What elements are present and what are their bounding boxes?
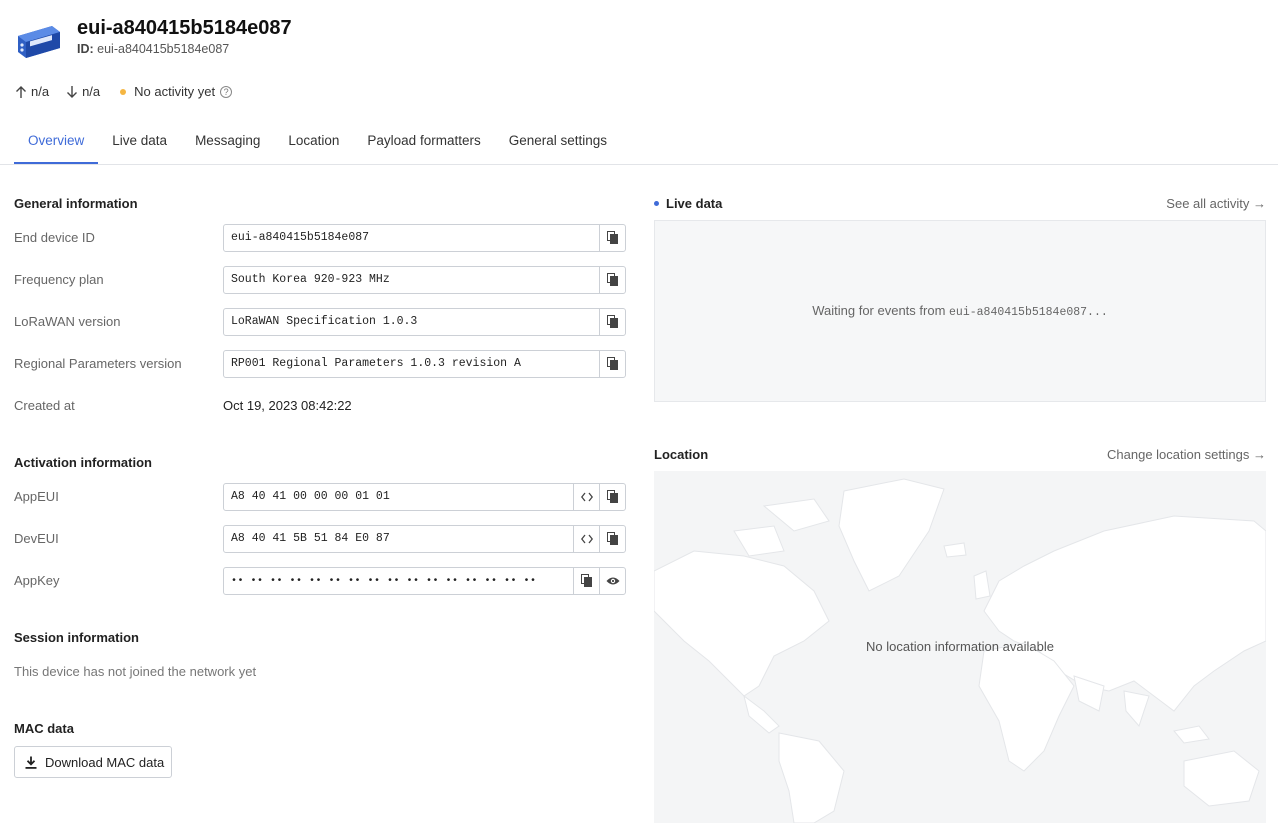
regional-params-field: RP001 Regional Parameters 1.0.3 revision… xyxy=(223,350,626,378)
copy-icon xyxy=(606,490,618,503)
end-device-id-label: End device ID xyxy=(14,230,95,245)
page-title: eui-a840415b5184e087 xyxy=(77,17,292,39)
copy-deveui-button[interactable] xyxy=(599,526,625,552)
activation-info-title: Activation information xyxy=(14,455,152,470)
device-header: eui-a840415b5184e087 ID: eui-a840415b518… xyxy=(14,14,292,62)
live-data-header: Live data See all activity → xyxy=(654,196,1266,211)
traffic-stats: n/a n/a No activity yet ? xyxy=(14,84,248,99)
copy-icon xyxy=(606,231,618,244)
uplink-stat: n/a xyxy=(14,84,49,99)
download-mac-data-label: Download MAC data xyxy=(45,754,165,770)
copy-appkey-button[interactable] xyxy=(573,568,599,594)
created-at-value: Oct 19, 2023 08:42:22 xyxy=(223,398,352,413)
lorawan-version-field: LoRaWAN Specification 1.0.3 xyxy=(223,308,626,336)
see-all-activity-link[interactable]: See all activity → xyxy=(1166,196,1266,211)
regional-params-value: RP001 Regional Parameters 1.0.3 revision… xyxy=(231,357,521,370)
tab-live-data[interactable]: Live data xyxy=(98,120,181,164)
appeui-label: AppEUI xyxy=(14,489,59,504)
download-icon xyxy=(25,756,37,769)
created-at-label: Created at xyxy=(14,398,75,413)
toggle-deveui-format-button[interactable] xyxy=(573,526,599,552)
appeui-field: A8 40 41 00 00 00 01 01 xyxy=(223,483,626,511)
copy-end-device-id-button[interactable] xyxy=(599,225,625,251)
general-info-title: General information xyxy=(14,196,138,211)
appeui-value: A8 40 41 00 00 00 01 01 xyxy=(231,490,390,503)
status-dot xyxy=(120,88,127,95)
mac-data-title: MAC data xyxy=(14,721,74,736)
device-id-value: eui-a840415b5184e087 xyxy=(97,42,230,56)
frequency-plan-value: South Korea 920-923 MHz xyxy=(231,273,390,286)
copy-icon xyxy=(606,357,618,370)
waiting-prefix: Waiting for events from xyxy=(812,303,950,318)
tab-bar: Overview Live data Messaging Location Pa… xyxy=(0,120,1278,165)
copy-icon xyxy=(606,532,618,545)
tab-general-settings[interactable]: General settings xyxy=(495,120,621,164)
session-info-title: Session information xyxy=(14,630,139,645)
tab-payload-formatters[interactable]: Payload formatters xyxy=(353,120,494,164)
location-title: Location xyxy=(654,447,709,462)
eye-icon xyxy=(606,577,619,585)
location-map: No location information available xyxy=(654,471,1266,823)
copy-icon xyxy=(606,315,618,328)
code-icon xyxy=(580,492,593,502)
regional-params-label: Regional Parameters version xyxy=(14,356,182,371)
activity-text: No activity yet xyxy=(134,84,216,99)
appkey-field: •• •• •• •• •• •• •• •• •• •• •• •• •• •… xyxy=(223,567,626,595)
device-icon xyxy=(18,26,60,58)
activity-status: No activity yet ? xyxy=(116,84,233,99)
uplink-count: n/a xyxy=(31,84,50,99)
waiting-message: Waiting for events from eui-a840415b5184… xyxy=(812,303,1108,319)
live-indicator-dot xyxy=(654,201,659,206)
arrow-down-icon xyxy=(67,85,78,98)
tab-overview[interactable]: Overview xyxy=(14,120,99,164)
tab-messaging[interactable]: Messaging xyxy=(181,120,274,164)
device-id-line: ID: eui-a840415b5184e087 xyxy=(77,42,292,56)
deveui-label: DevEUI xyxy=(14,531,59,546)
frequency-plan-field: South Korea 920-923 MHz xyxy=(223,266,626,294)
copy-appeui-button[interactable] xyxy=(599,484,625,510)
show-appkey-button[interactable] xyxy=(599,568,625,594)
appkey-value: •• •• •• •• •• •• •• •• •• •• •• •• •• •… xyxy=(231,576,537,587)
copy-regional-params-button[interactable] xyxy=(599,351,625,377)
copy-icon xyxy=(606,273,618,286)
waiting-device-id: eui-a840415b5184e087... xyxy=(949,306,1108,319)
copy-icon xyxy=(580,574,592,587)
end-device-id-field: eui-a840415b5184e087 xyxy=(223,224,626,252)
downlink-count: n/a xyxy=(82,84,101,99)
deveui-value: A8 40 41 5B 51 84 E0 87 xyxy=(231,532,390,545)
copy-lorawan-version-button[interactable] xyxy=(599,309,625,335)
copy-frequency-plan-button[interactable] xyxy=(599,267,625,293)
download-mac-data-button[interactable]: Download MAC data xyxy=(14,746,172,778)
live-data-title: Live data xyxy=(666,196,723,211)
live-data-heading: Live data xyxy=(654,196,722,211)
no-location-message: No location information available xyxy=(866,639,1054,654)
end-device-id-value: eui-a840415b5184e087 xyxy=(231,231,370,244)
lorawan-version-value: LoRaWAN Specification 1.0.3 xyxy=(231,315,418,328)
toggle-appeui-format-button[interactable] xyxy=(573,484,599,510)
arrow-up-icon xyxy=(16,85,26,98)
frequency-plan-label: Frequency plan xyxy=(14,272,104,287)
help-icon[interactable]: ? xyxy=(220,85,233,98)
tab-location[interactable]: Location xyxy=(274,120,353,164)
deveui-field: A8 40 41 5B 51 84 E0 87 xyxy=(223,525,626,553)
code-icon xyxy=(580,534,593,544)
appkey-label: AppKey xyxy=(14,573,60,588)
downlink-stat: n/a xyxy=(65,84,100,99)
lorawan-version-label: LoRaWAN version xyxy=(14,314,121,329)
live-data-box: Waiting for events from eui-a840415b5184… xyxy=(654,220,1266,402)
change-location-settings-link[interactable]: Change location settings → xyxy=(1107,447,1266,462)
location-header: Location Change location settings → xyxy=(654,447,1266,462)
session-note: This device has not joined the network y… xyxy=(14,664,257,679)
device-id-label: ID: xyxy=(77,42,94,56)
